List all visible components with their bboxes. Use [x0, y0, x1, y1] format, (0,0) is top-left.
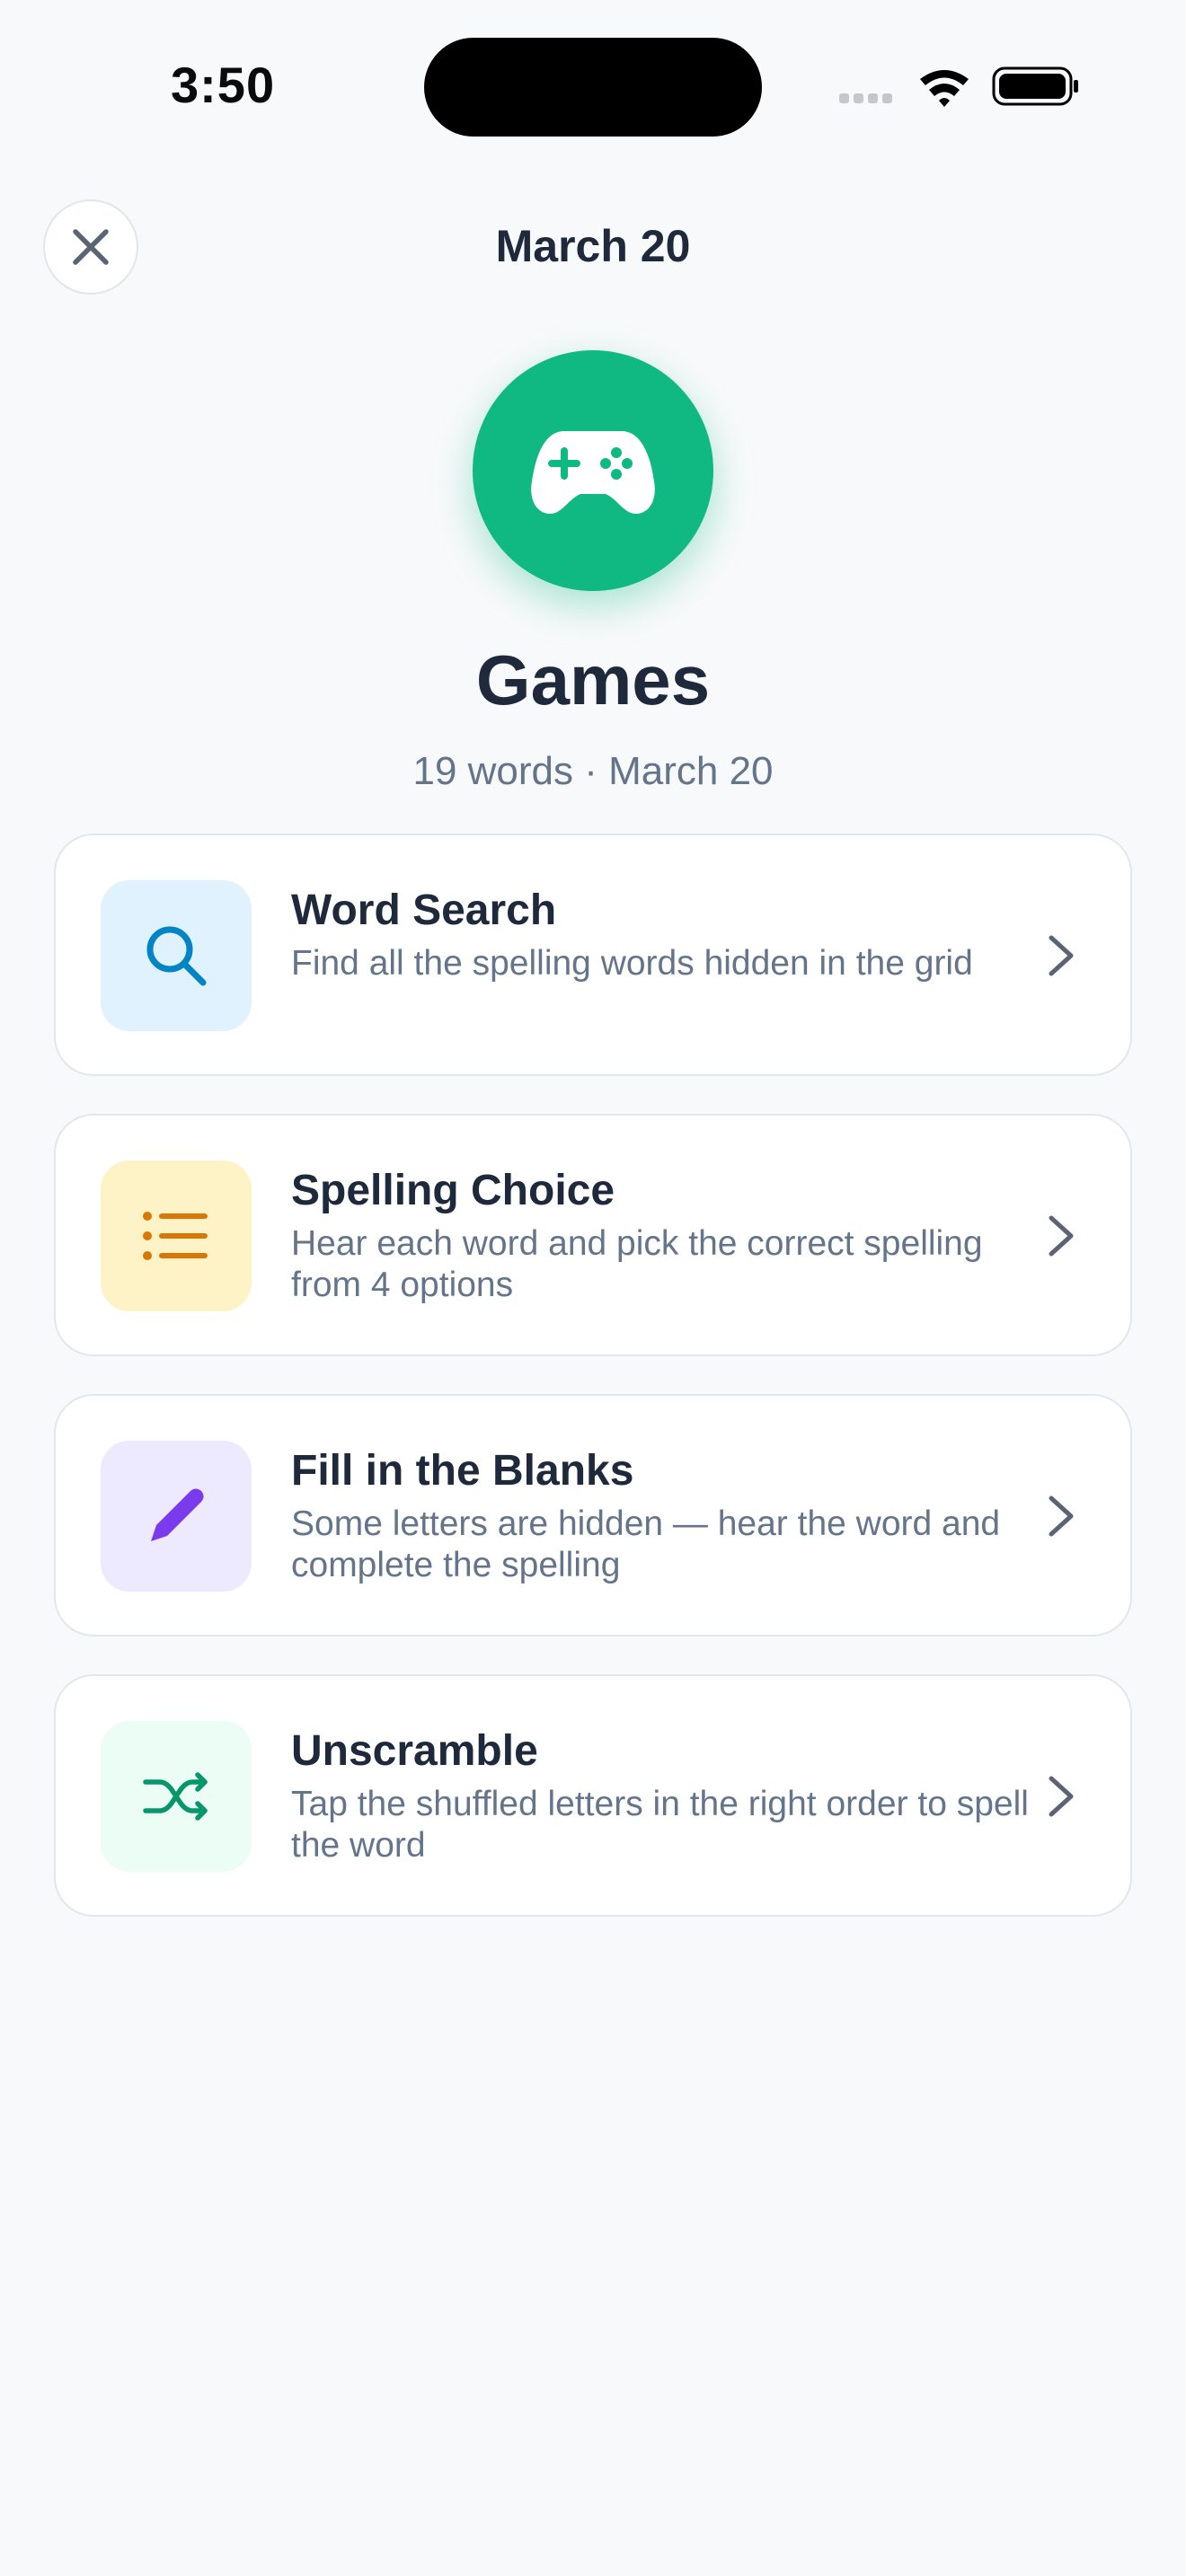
card-title: Spelling Choice: [291, 1167, 615, 1214]
status-icons: [839, 66, 1078, 107]
status-time: 3:50: [171, 57, 276, 113]
game-card-word-search[interactable]: Word Search Find all the spelling words …: [54, 834, 1132, 1076]
search-icon: [146, 926, 207, 986]
games-list: Word Search Find all the spelling words …: [54, 834, 1132, 1954]
card-description: Some letters are hidden — hear the word …: [291, 1504, 1001, 1584]
chevron-right-icon: [1049, 1776, 1074, 1817]
word-search-icon-tile: [101, 880, 252, 1031]
screen: 3:50 March 20 Games 19 words · March 20 …: [0, 0, 1186, 2576]
page-title: March 20: [495, 221, 691, 271]
pencil-icon: [151, 1488, 204, 1541]
game-card-fill-in-the-blanks[interactable]: Fill in the Blanks Some letters are hidd…: [54, 1394, 1132, 1636]
card-description: Find all the spelling words hidden in th…: [291, 944, 973, 983]
cellular-signal-icon: [839, 93, 892, 103]
hero-badge: [473, 350, 713, 591]
battery-icon: [992, 66, 1078, 106]
unscramble-icon-tile: [101, 1721, 252, 1872]
spelling-choice-icon-tile: [101, 1160, 252, 1311]
hero-subtitle: 19 words · March 20: [412, 749, 774, 793]
chevron-right-icon: [1049, 935, 1074, 976]
card-title: Unscramble: [291, 1727, 538, 1775]
game-card-spelling-choice[interactable]: Spelling Choice Hear each word and pick …: [54, 1114, 1132, 1356]
chevron-right-icon: [1049, 1215, 1074, 1257]
card-title: Fill in the Blanks: [291, 1447, 634, 1495]
chevron-right-icon: [1049, 1495, 1074, 1537]
card-title: Word Search: [291, 887, 557, 934]
hero-title: Games: [475, 640, 711, 719]
dynamic-island: [424, 38, 762, 137]
shuffle-icon: [143, 1772, 208, 1821]
fill-blanks-icon-tile: [101, 1441, 252, 1592]
card-description: Hear each word and pick the correct spel…: [291, 1224, 983, 1304]
game-card-unscramble[interactable]: Unscramble Tap the shuffled letters in t…: [54, 1674, 1132, 1917]
list-icon: [143, 1212, 208, 1260]
gamepad-icon: [531, 431, 655, 514]
card-description: Tap the shuffled letters in the right or…: [291, 1785, 1029, 1865]
wifi-icon: [920, 70, 969, 107]
